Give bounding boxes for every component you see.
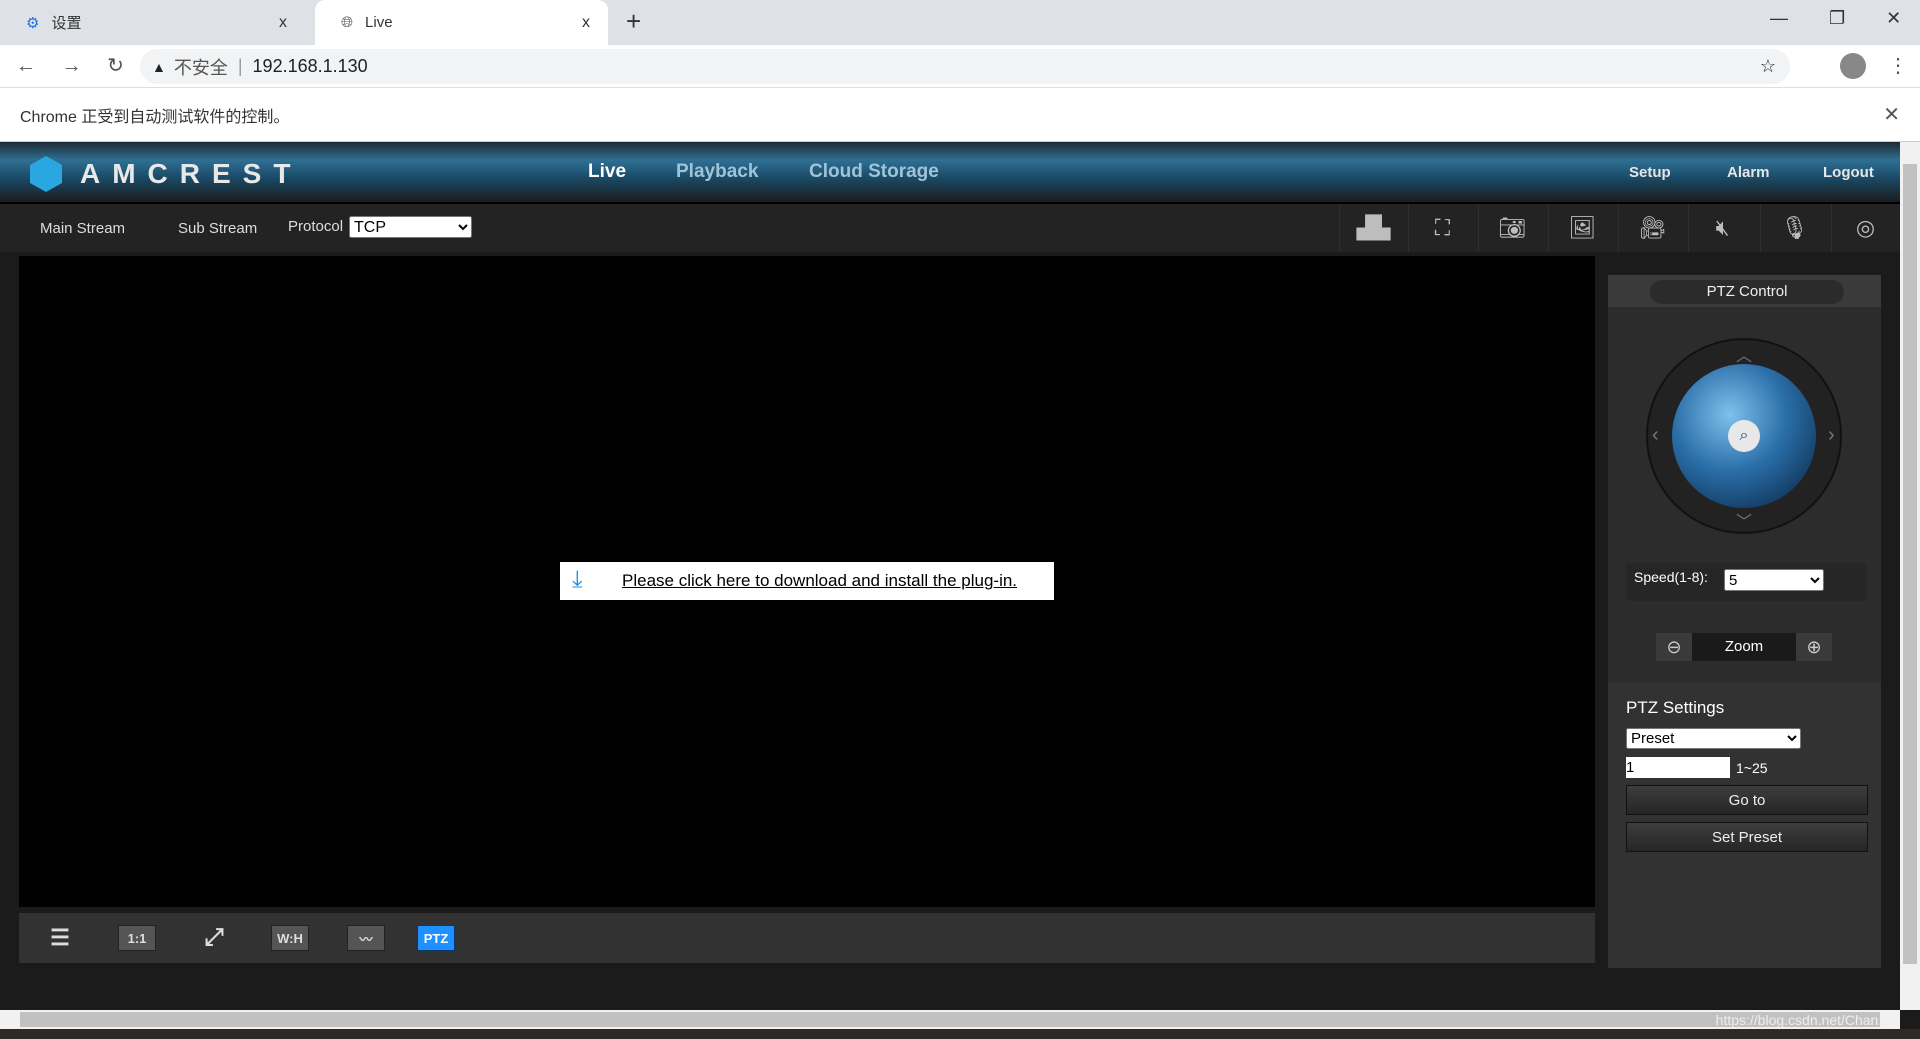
download-plugin-link[interactable]: ⤓ Please click here to download and inst…: [560, 562, 1054, 600]
fisheye-icon[interactable]: ◎: [1831, 204, 1899, 252]
record-icon[interactable]: 🎥︎: [1618, 204, 1686, 252]
microphone-icon[interactable]: 🎙︎: [1760, 204, 1828, 252]
tab-title: 设置: [51, 15, 82, 32]
fullscreen-icon[interactable]: ⤢: [195, 924, 233, 951]
close-tab-icon[interactable]: x: [279, 14, 287, 32]
pan-left-icon[interactable]: ‹: [1652, 424, 1659, 447]
zoom-region-icon[interactable]: ⌕: [1728, 420, 1760, 452]
plugin-message: Please click here to download and instal…: [622, 571, 1018, 590]
nav-alarm[interactable]: Alarm: [1727, 142, 1770, 202]
nav-cloud-storage[interactable]: Cloud Storage: [809, 142, 939, 202]
watermark: https://blog.csdn.net/Chan...: [1715, 1012, 1890, 1028]
close-tab-icon[interactable]: x: [582, 14, 590, 32]
zoom-out-button[interactable]: ⊖: [1656, 633, 1692, 661]
snapshot-icon[interactable]: 📷︎: [1478, 204, 1546, 252]
pan-right-icon[interactable]: ›: [1828, 424, 1835, 447]
sub-stream-tab[interactable]: Sub Stream: [178, 220, 257, 237]
nav-logout[interactable]: Logout: [1823, 142, 1874, 202]
audio-mute-icon[interactable]: 🔇︎: [1688, 204, 1756, 252]
protocol-label: Protocol: [288, 218, 344, 235]
automation-info-bar: Chrome 正受到自动测试软件的控制。 ✕: [0, 88, 1920, 142]
vertical-scrollbar[interactable]: [1900, 142, 1920, 1010]
new-tab-button[interactable]: +: [626, 6, 641, 37]
nav-live[interactable]: Live: [588, 142, 626, 202]
ptz-settings-title: PTZ Settings: [1626, 698, 1725, 717]
download-icon: ⤓: [572, 566, 583, 593]
gear-icon: ⚙: [26, 14, 40, 32]
zoom-in-button[interactable]: ⊕: [1796, 633, 1832, 661]
nav-setup[interactable]: Setup: [1629, 142, 1671, 202]
tab-live[interactable]: 🌐︎ Live x: [315, 0, 608, 45]
preset-number-input[interactable]: [1626, 757, 1730, 778]
address-toolbar: ← → ↻ ▲ 不安全 | 192.168.1.130 ☆ ⋮: [0, 45, 1920, 88]
main-stream-tab[interactable]: Main Stream: [40, 220, 125, 237]
url-text[interactable]: 192.168.1.130: [253, 56, 368, 77]
app-header: AMCREST Live Playback Cloud Storage Setu…: [0, 142, 1900, 204]
ptz-control-title: PTZ Control: [1650, 280, 1844, 304]
ratio-1-1-button[interactable]: 1:1: [118, 925, 156, 951]
info-text: Chrome 正受到自动测试软件的控制。: [20, 108, 290, 126]
preset-range: 1~25: [1736, 760, 1768, 776]
speed-label: Speed(1-8):: [1634, 569, 1708, 585]
stream-toolbar: Main Stream Sub Stream Protocol TCP ▟▙ ⛶…: [0, 204, 1900, 252]
profile-avatar[interactable]: [1840, 53, 1866, 79]
ptz-joystick[interactable]: ⌕ ︿ ﹀ ‹ ›: [1646, 338, 1842, 534]
horizontal-scrollbar[interactable]: https://blog.csdn.net/Chan...: [0, 1010, 1900, 1029]
speed-select[interactable]: 5: [1724, 569, 1824, 591]
zoom-label: Zoom: [1692, 633, 1796, 661]
close-icon[interactable]: ✕: [1883, 102, 1900, 127]
tab-title: Live: [365, 14, 393, 31]
alarm-light-icon[interactable]: ▟▙: [1339, 204, 1407, 252]
ptz-mode-select[interactable]: Preset: [1626, 728, 1801, 749]
nav-buttons[interactable]: ← → ↻: [16, 53, 124, 78]
warning-icon: ▲: [152, 58, 166, 75]
ptz-panel: PTZ Control ⌕ ︿ ﹀ ‹ › Speed(1-8): 5 ⊖ Zo…: [1608, 275, 1881, 968]
image-adjust-icon[interactable]: ☰: [41, 925, 79, 951]
browser-tab-bar: ⚙ 设置 x 🌐︎ Live x + — ❐ ✕: [0, 0, 1920, 45]
logo-text: AMCREST: [80, 158, 303, 189]
window-controls[interactable]: — ❐ ✕: [1770, 8, 1901, 29]
taskbar: [0, 1029, 1920, 1039]
region-zoom-icon[interactable]: ⛶: [1408, 204, 1476, 252]
omnibox[interactable]: ▲ 不安全 | 192.168.1.130 ☆: [140, 49, 1790, 84]
fluency-icon[interactable]: 〰: [347, 925, 385, 951]
tab-settings[interactable]: ⚙ 设置 x: [0, 0, 305, 45]
video-control-bar: ☰ 1:1 ⤢ W:H 〰 PTZ: [19, 913, 1595, 963]
amcrest-logo-icon: [30, 156, 62, 192]
menu-icon[interactable]: ⋮: [1888, 53, 1908, 78]
nav-playback[interactable]: Playback: [676, 142, 758, 202]
goto-preset-button[interactable]: Go to: [1626, 785, 1868, 815]
aspect-ratio-button[interactable]: W:H: [271, 925, 309, 951]
set-preset-button[interactable]: Set Preset: [1626, 822, 1868, 852]
pan-up-icon[interactable]: ︿: [1736, 342, 1752, 366]
ptz-toggle-button[interactable]: PTZ: [417, 925, 455, 951]
star-icon[interactable]: ☆: [1760, 56, 1776, 77]
pan-down-icon[interactable]: ﹀: [1736, 508, 1752, 532]
security-label[interactable]: 不安全: [174, 54, 228, 80]
protocol-select[interactable]: TCP: [349, 216, 472, 238]
triple-snapshot-icon[interactable]: 🖼︎: [1548, 204, 1616, 252]
globe-icon: 🌐︎: [341, 14, 354, 31]
